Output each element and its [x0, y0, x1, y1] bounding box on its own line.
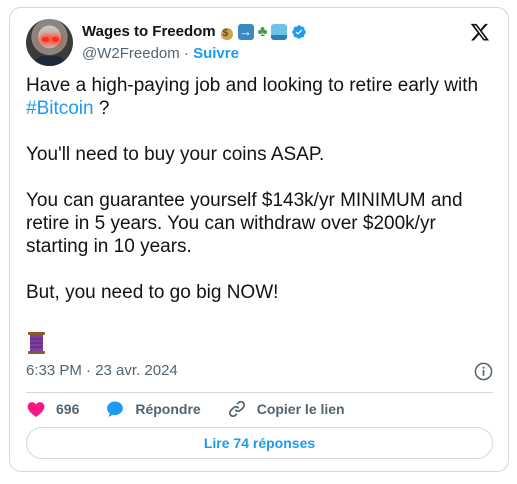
- hashtag-link[interactable]: #Bitcoin: [26, 98, 94, 119]
- avatar-suit: [34, 56, 66, 66]
- info-icon[interactable]: [474, 362, 493, 381]
- x-logo-icon[interactable]: [469, 22, 491, 42]
- link-icon: [228, 400, 245, 418]
- read-replies-label: Lire 74 réponses: [203, 435, 316, 451]
- handle-separator: ·: [183, 45, 189, 62]
- laser-eye-right: [52, 37, 59, 42]
- tweet-paragraph: But, you need to go big NOW!: [26, 282, 279, 303]
- verified-badge-icon: [292, 24, 307, 39]
- tweet-text-segment: ?: [93, 98, 110, 119]
- follow-button[interactable]: Suivre: [193, 45, 239, 62]
- tweet-paragraph: You can guarantee yourself $143k/yr MINI…: [26, 190, 463, 257]
- read-replies-button[interactable]: Lire 74 réponses: [26, 427, 493, 459]
- like-button[interactable]: 696: [26, 399, 79, 419]
- copy-link-label: Copier le lien: [256, 401, 345, 417]
- surfer-icon: [271, 23, 288, 40]
- money-bag-icon: [220, 24, 234, 40]
- author-handle-row: @W2Freedom · Suivre: [82, 45, 239, 62]
- palm-tree-icon: ♣: [257, 22, 268, 40]
- thread-spool-icon: [28, 332, 45, 354]
- avatar[interactable]: [26, 19, 73, 66]
- divider: [26, 392, 493, 393]
- tweet-timestamp[interactable]: 6:33 PM · 23 avr. 2024: [26, 362, 178, 379]
- reply-button[interactable]: Répondre: [105, 399, 201, 419]
- copy-link-button[interactable]: Copier le lien: [227, 399, 345, 419]
- author-name-row[interactable]: Wages to Freedom → ♣: [82, 23, 307, 40]
- tweet-text-segment: Have a high-paying job and looking to re…: [26, 75, 479, 96]
- author-display-name[interactable]: Wages to Freedom: [82, 23, 216, 40]
- reply-bubble-icon: [107, 401, 124, 417]
- like-count: 696: [56, 401, 80, 417]
- author-handle[interactable]: @W2Freedom: [82, 45, 180, 62]
- action-bar: 696 Répondre Copier le lien: [26, 399, 371, 419]
- heart-icon: [27, 402, 45, 417]
- reply-label: Répondre: [135, 401, 201, 417]
- tweet-paragraph: You'll need to buy your coins ASAP.: [26, 144, 325, 165]
- tweet-card: Wages to Freedom → ♣ @W2Freedom · Suivre…: [9, 7, 509, 472]
- right-arrow-icon: →: [237, 23, 254, 40]
- tweet-text: Have a high-paying job and looking to re…: [26, 74, 496, 327]
- tweet-paragraph: Have a high-paying job and looking to re…: [26, 74, 496, 120]
- laser-eye-left: [42, 37, 49, 42]
